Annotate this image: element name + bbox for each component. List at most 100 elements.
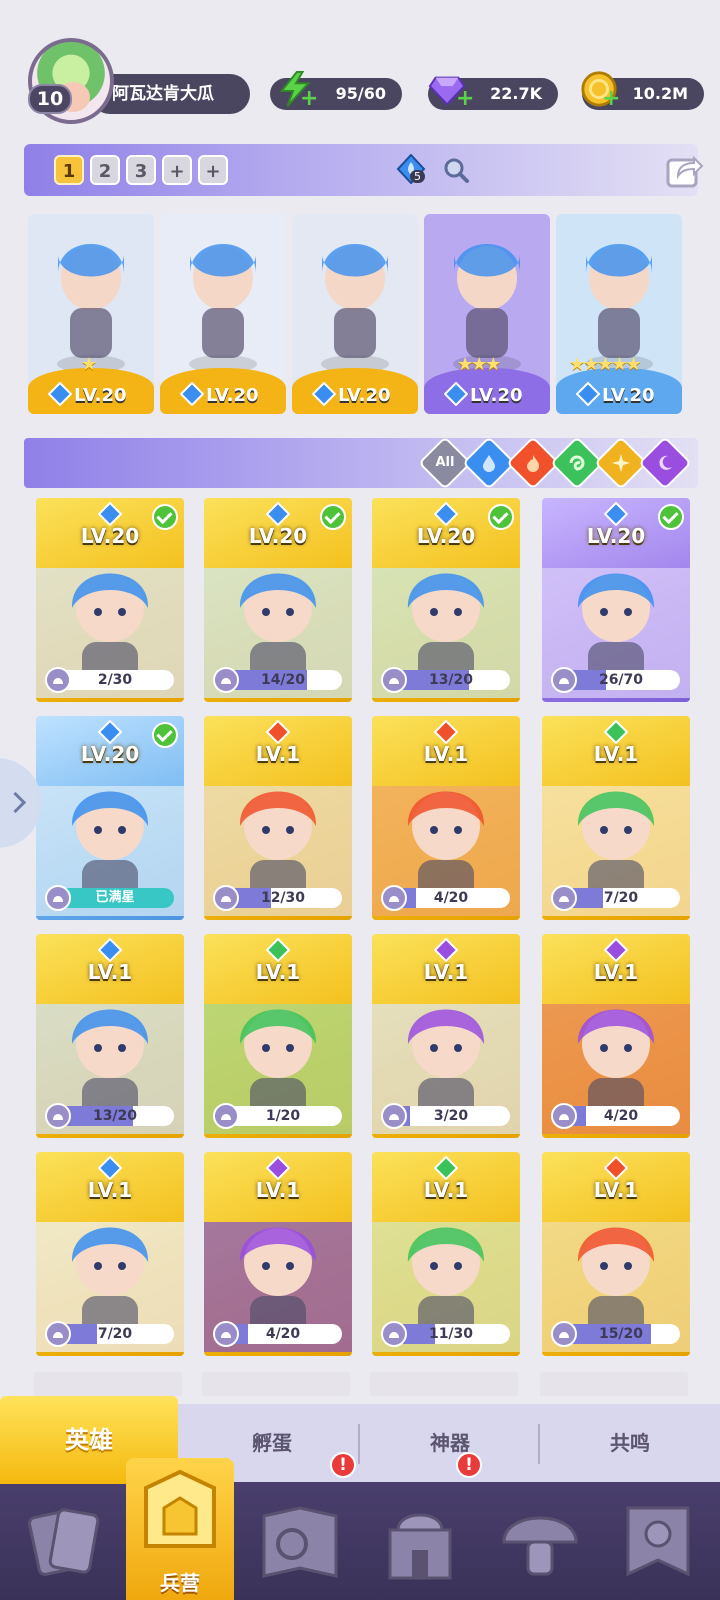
element-filter-bar: All <box>24 436 698 490</box>
hero-portrait <box>321 244 389 373</box>
team-gem-count: 5 <box>410 170 425 183</box>
nav-mushroom[interactable] <box>490 1496 590 1596</box>
shard-progress-text: 1/20 <box>265 1108 301 1124</box>
water-element-icon <box>444 382 468 406</box>
tab-artifact[interactable]: 神器 <box>360 1404 540 1482</box>
hero-shard-icon <box>213 1103 239 1129</box>
in-team-check-icon <box>320 504 346 530</box>
hero-card[interactable]: LV.1 4/20 <box>372 716 520 920</box>
hero-shard-icon <box>213 885 239 911</box>
hero-shard-icon <box>213 1321 239 1347</box>
shard-progress-text: 4/20 <box>433 890 469 906</box>
team-hero-slot[interactable]: LV.20 ★★★★★ <box>556 214 682 414</box>
in-team-check-icon <box>152 722 178 748</box>
gems-add-icon[interactable]: + <box>456 88 474 110</box>
water-element-icon <box>98 502 122 526</box>
shard-progress-text: 7/20 <box>603 890 639 906</box>
team-hero-slot[interactable]: LV.20 <box>292 214 418 414</box>
hero-card[interactable]: LV.1 3/20 <box>372 934 520 1138</box>
fire-flame-icon <box>527 455 539 472</box>
team-selector-bar: 1 2 3 + + 5 <box>24 144 704 196</box>
hero-portrait <box>189 244 257 373</box>
dark-element-icon <box>434 938 458 962</box>
tab-resonance[interactable]: 共鸣 <box>540 1404 720 1482</box>
shard-progress-bar: 1/20 <box>224 1106 342 1126</box>
nav-barracks[interactable]: 兵营 <box>126 1458 234 1600</box>
gold-add-icon[interactable]: + <box>602 88 620 110</box>
hero-card[interactable]: LV.1 12/30 <box>204 716 352 920</box>
bottom-nav <box>0 1482 720 1600</box>
team-tab-add-1[interactable]: + <box>162 155 192 185</box>
hero-card[interactable]: LV.1 15/20 <box>542 1152 690 1356</box>
hero-level: LV.1 <box>255 1178 301 1202</box>
hero-card[interactable]: LV.20 26/70 <box>542 498 690 702</box>
filter-dark[interactable] <box>638 436 692 490</box>
max-stars-label: 已满星 <box>56 888 174 908</box>
hero-card[interactable]: LV.1 11/30 <box>372 1152 520 1356</box>
hero-card[interactable]: LV.1 1/20 <box>204 934 352 1138</box>
water-element-icon <box>98 1156 122 1180</box>
hero-level: LV.1 <box>255 960 301 984</box>
hero-shard-icon <box>45 885 71 911</box>
hero-card[interactable]: LV.1 4/20 <box>204 1152 352 1356</box>
hero-card[interactable]: LV.1 7/20 <box>36 1152 184 1356</box>
hero-card[interactable]: LV.1 13/20 <box>36 934 184 1138</box>
hero-shard-icon <box>45 1321 71 1347</box>
shard-progress-text: 13/20 <box>92 1108 138 1124</box>
team-hero-slot[interactable]: LV.20 ★ <box>28 214 154 414</box>
hero-shard-icon <box>381 667 407 693</box>
shard-progress-text: 3/20 <box>433 1108 469 1124</box>
fire-element-icon <box>266 720 290 744</box>
team-tab-3[interactable]: 3 <box>126 155 156 185</box>
team-hero-slot[interactable]: LV.20 <box>160 214 286 414</box>
hero-card[interactable]: LV.1 4/20 <box>542 934 690 1138</box>
gems-value: 22.7K <box>490 84 542 103</box>
hero-card[interactable]: LV.20 已满星 <box>36 716 184 920</box>
team-hero-slot[interactable]: LV.20 ★★★ <box>424 214 550 414</box>
search-icon[interactable] <box>442 156 470 184</box>
tab-divider <box>538 1424 540 1464</box>
water-element-icon <box>98 938 122 962</box>
nav-map[interactable] <box>250 1496 350 1596</box>
nav-castle[interactable] <box>370 1496 470 1596</box>
hero-level: LV.1 <box>423 960 469 984</box>
water-element-icon <box>48 382 72 406</box>
wind-element-icon <box>434 1156 458 1180</box>
map-book-icon <box>262 1506 338 1578</box>
shard-progress-bar: 4/20 <box>562 1106 680 1126</box>
hero-card[interactable]: LV.20 13/20 <box>372 498 520 702</box>
filter-all-label: All <box>435 455 455 470</box>
wind-element-icon <box>604 720 628 744</box>
hero-card[interactable]: LV.1 7/20 <box>542 716 690 920</box>
nav-cards[interactable] <box>14 1496 114 1596</box>
player-level-badge: 10 <box>28 84 72 114</box>
nav-banner[interactable] <box>608 1496 708 1596</box>
team-tab-1[interactable]: 1 <box>54 155 84 185</box>
player-name-pill[interactable]: 阿瓦达肯大瓜 <box>90 74 250 114</box>
shard-progress-text: 14/20 <box>260 672 306 688</box>
hero-shard-icon <box>213 667 239 693</box>
water-element-icon <box>604 502 628 526</box>
hero-card[interactable]: LV.20 2/30 <box>36 498 184 702</box>
water-element-icon <box>434 502 458 526</box>
hero-shard-icon <box>45 667 71 693</box>
hero-card[interactable]: LV.20 14/20 <box>204 498 352 702</box>
energy-value: 95/60 <box>335 84 386 103</box>
fire-element-icon <box>604 1156 628 1180</box>
hero-shard-icon <box>551 667 577 693</box>
dark-element-icon <box>604 938 628 962</box>
team-hero-level: LV.20 <box>338 385 391 406</box>
team-tab-add-2[interactable]: + <box>198 155 228 185</box>
water-element-icon <box>266 502 290 526</box>
team-tab-2[interactable]: 2 <box>90 155 120 185</box>
shard-progress-bar: 12/30 <box>224 888 342 908</box>
hero-shard-icon <box>551 885 577 911</box>
team-hero-level: LV.20 <box>74 385 127 406</box>
shard-progress-text: 4/20 <box>603 1108 639 1124</box>
hero-shard-icon <box>381 885 407 911</box>
nav-barracks-label: 兵营 <box>160 1571 200 1595</box>
in-team-check-icon <box>152 504 178 530</box>
energy-add-icon[interactable]: + <box>300 88 318 110</box>
shard-progress-bar: 13/20 <box>56 1106 174 1126</box>
share-icon[interactable] <box>664 150 704 190</box>
